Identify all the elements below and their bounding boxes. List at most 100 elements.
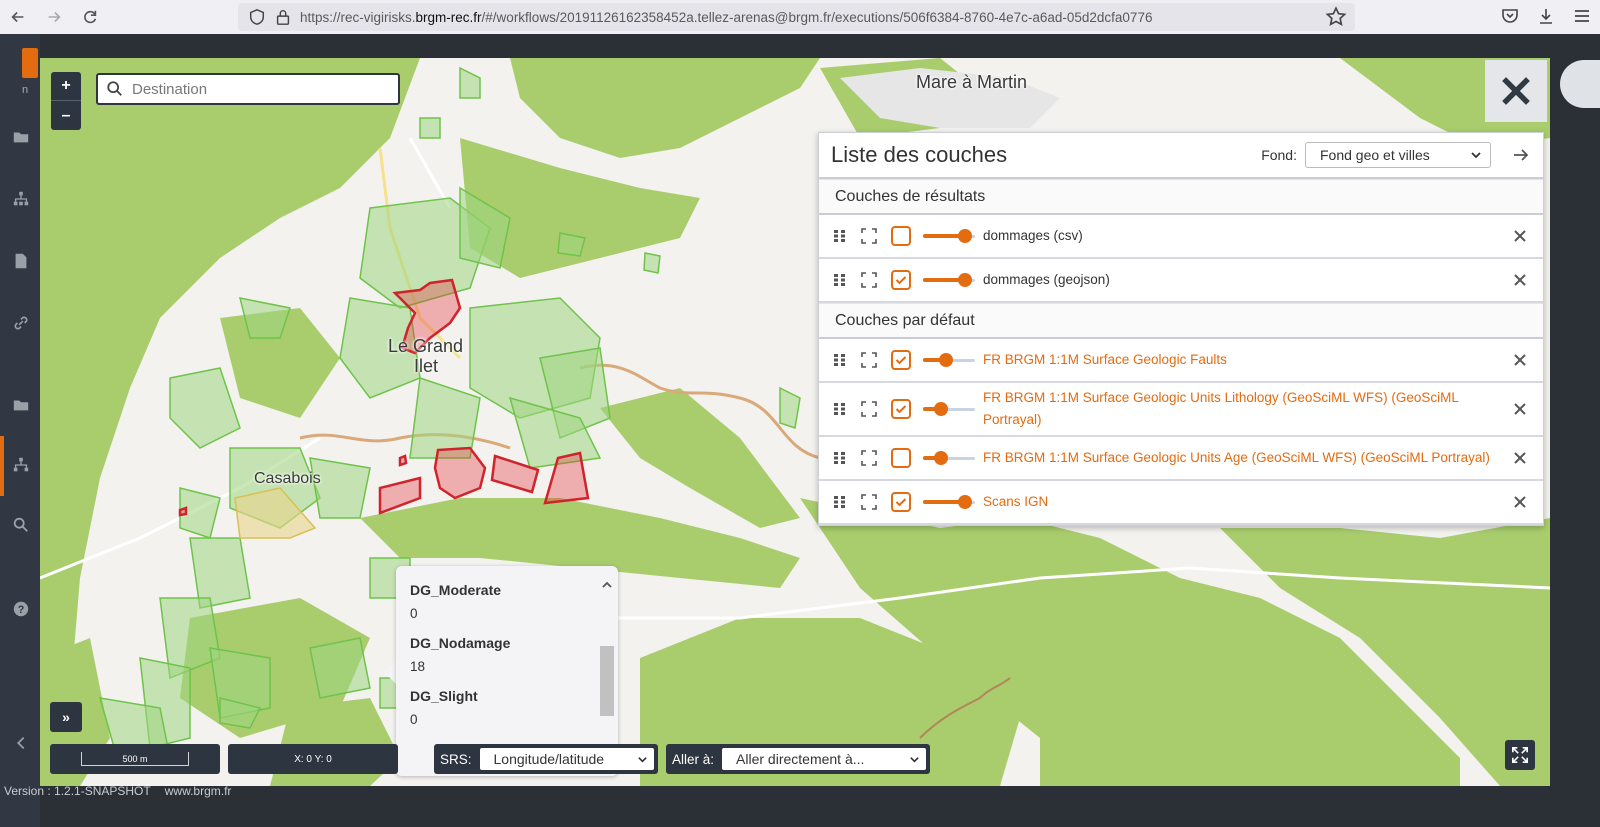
scale-bar: 500 m bbox=[81, 752, 189, 766]
remove-layer-icon[interactable] bbox=[1513, 229, 1527, 243]
remove-layer-icon[interactable] bbox=[1513, 451, 1527, 465]
workflow-icon[interactable] bbox=[12, 456, 30, 474]
layer-visibility-checkbox[interactable] bbox=[891, 350, 911, 370]
layer-name[interactable]: Scans IGN bbox=[983, 491, 1513, 513]
check-icon bbox=[895, 405, 907, 414]
slider-knob[interactable] bbox=[958, 495, 972, 509]
chevron-down-icon bbox=[910, 756, 919, 763]
arrow-right-icon[interactable] bbox=[1511, 145, 1531, 165]
drag-handle-icon[interactable] bbox=[833, 495, 847, 509]
remove-layer-icon[interactable] bbox=[1513, 402, 1527, 416]
srs-select[interactable]: Longitude/latitude bbox=[479, 748, 654, 770]
zoom-to-extent-icon[interactable] bbox=[861, 352, 877, 368]
opacity-slider[interactable] bbox=[923, 450, 975, 466]
place-label: Le Grand bbox=[388, 336, 464, 356]
close-modal-button[interactable] bbox=[1485, 60, 1547, 122]
zoom-control: + – bbox=[51, 72, 81, 130]
destination-search[interactable] bbox=[96, 73, 400, 105]
chevron-up-icon[interactable] bbox=[602, 580, 612, 590]
sitemap-icon[interactable] bbox=[12, 190, 30, 208]
goto-label: Aller à: bbox=[672, 751, 715, 767]
address-bar[interactable]: https://rec-vigirisks.brgm-rec.fr/#/work… bbox=[238, 3, 1355, 31]
layer-visibility-checkbox[interactable] bbox=[891, 270, 911, 290]
layer-name[interactable]: dommages (geojson) bbox=[983, 269, 1513, 291]
goto-control: Aller à: Aller directement à... bbox=[666, 744, 930, 774]
goto-select[interactable]: Aller directement à... bbox=[722, 748, 926, 770]
attribute-value: 0 bbox=[410, 712, 418, 727]
fullscreen-button[interactable] bbox=[1505, 740, 1535, 770]
app-sidebar bbox=[0, 34, 40, 827]
layer-visibility-checkbox[interactable] bbox=[891, 399, 911, 419]
browser-toolbar: https://rec-vigirisks.brgm-rec.fr/#/work… bbox=[0, 0, 1600, 34]
layer-row: FR BRGM 1:1M Surface Geologic Faults bbox=[819, 339, 1543, 383]
layer-visibility-checkbox[interactable] bbox=[891, 448, 911, 468]
zoom-in-button[interactable]: + bbox=[51, 72, 81, 101]
slider-knob[interactable] bbox=[958, 273, 972, 287]
opacity-slider[interactable] bbox=[923, 352, 975, 368]
folder-icon[interactable] bbox=[12, 128, 30, 146]
popup-scrollbar[interactable] bbox=[600, 646, 614, 716]
user-avatar[interactable] bbox=[1560, 60, 1600, 108]
pocket-icon[interactable] bbox=[1500, 6, 1520, 26]
fond-value: Fond geo et villes bbox=[1320, 147, 1430, 163]
opacity-slider[interactable] bbox=[923, 228, 975, 244]
search-input[interactable] bbox=[132, 80, 372, 98]
zoom-to-extent-icon[interactable] bbox=[861, 228, 877, 244]
layer-name[interactable]: FR BRGM 1:1M Surface Geologic Units Lith… bbox=[983, 387, 1513, 430]
fond-select[interactable]: Fond geo et villes bbox=[1305, 142, 1491, 168]
back-button[interactable] bbox=[0, 0, 36, 34]
slider-knob[interactable] bbox=[934, 451, 948, 465]
document-icon[interactable] bbox=[12, 252, 30, 270]
zoom-to-extent-icon[interactable] bbox=[861, 272, 877, 288]
bookmark-star-icon[interactable] bbox=[1325, 6, 1347, 28]
chevron-down-icon bbox=[638, 756, 647, 763]
expand-toolbar-button[interactable]: » bbox=[50, 702, 82, 732]
drag-handle-icon[interactable] bbox=[833, 353, 847, 367]
folder-open-icon[interactable] bbox=[12, 396, 30, 414]
menu-icon[interactable] bbox=[1572, 6, 1592, 26]
remove-layer-icon[interactable] bbox=[1513, 353, 1527, 367]
link-icon[interactable] bbox=[12, 314, 30, 332]
download-icon[interactable] bbox=[1536, 6, 1556, 26]
map-modal: + – Mare à Martin Le Grand Ilet Casabois… bbox=[40, 58, 1550, 786]
opacity-slider[interactable] bbox=[923, 272, 975, 288]
check-icon bbox=[895, 276, 907, 285]
zoom-to-extent-icon[interactable] bbox=[861, 450, 877, 466]
zoom-to-extent-icon[interactable] bbox=[861, 494, 877, 510]
remove-layer-icon[interactable] bbox=[1513, 273, 1527, 287]
opacity-slider[interactable] bbox=[923, 401, 975, 417]
opacity-slider[interactable] bbox=[923, 494, 975, 510]
slider-knob[interactable] bbox=[958, 229, 972, 243]
layer-row: dommages (csv) bbox=[819, 215, 1543, 259]
help-icon[interactable]: ? bbox=[12, 600, 30, 618]
layer-name[interactable]: FR BRGM 1:1M Surface Geologic Faults bbox=[983, 349, 1513, 371]
layer-name[interactable]: FR BRGM 1:1M Surface Geologic Units Age … bbox=[983, 447, 1513, 469]
srs-label: SRS: bbox=[440, 751, 472, 767]
drag-handle-icon[interactable] bbox=[833, 229, 847, 243]
slider-knob[interactable] bbox=[939, 353, 953, 367]
drag-handle-icon[interactable] bbox=[833, 451, 847, 465]
drag-handle-icon[interactable] bbox=[833, 402, 847, 416]
svg-text:?: ? bbox=[18, 604, 25, 616]
app-logo-text: n bbox=[22, 84, 29, 96]
collapse-sidebar-icon[interactable] bbox=[12, 734, 30, 752]
layer-visibility-checkbox[interactable] bbox=[891, 226, 911, 246]
close-icon bbox=[1502, 77, 1530, 105]
footer-link[interactable]: www.brgm.fr bbox=[165, 784, 232, 798]
drag-handle-icon[interactable] bbox=[833, 273, 847, 287]
coordinates-display: X: 0 Y: 0 bbox=[228, 744, 398, 774]
layer-visibility-checkbox[interactable] bbox=[891, 492, 911, 512]
zoom-out-button[interactable]: – bbox=[51, 101, 81, 130]
layer-row: FR BRGM 1:1M Surface Geologic Units Lith… bbox=[819, 383, 1543, 437]
layer-sections: Couches de résultats dommages (csv) dommag… bbox=[819, 179, 1543, 525]
forward-button[interactable] bbox=[36, 0, 72, 34]
slider-knob[interactable] bbox=[934, 402, 948, 416]
attribute-value: 0 bbox=[410, 606, 418, 621]
search-side-icon[interactable] bbox=[12, 516, 30, 534]
layer-name[interactable]: dommages (csv) bbox=[983, 225, 1513, 247]
shield-icon bbox=[249, 9, 265, 25]
check-icon bbox=[895, 498, 907, 507]
zoom-to-extent-icon[interactable] bbox=[861, 401, 877, 417]
reload-button[interactable] bbox=[72, 0, 108, 34]
remove-layer-icon[interactable] bbox=[1513, 495, 1527, 509]
